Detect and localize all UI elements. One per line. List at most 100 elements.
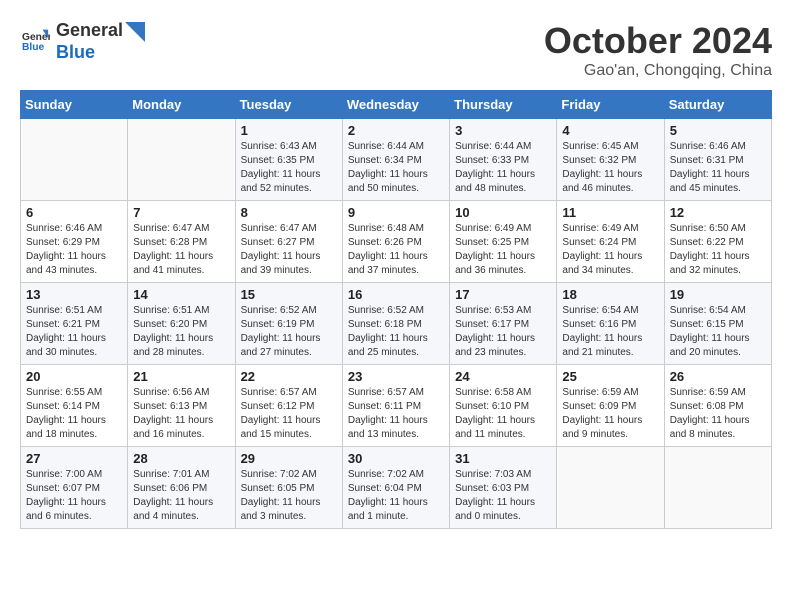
- calendar-cell: 22 Sunrise: 6:57 AM Sunset: 6:12 PM Dayli…: [235, 365, 342, 447]
- calendar-cell: 31Sunrise: 7:03 AM Sunset: 6:03 PM Dayli…: [450, 447, 557, 529]
- calendar-cell: 27Sunrise: 7:00 AM Sunset: 6:07 PM Dayli…: [21, 447, 128, 529]
- calendar-cell: 16 Sunrise: 6:52 AM Sunset: 6:18 PM Dayli…: [342, 283, 449, 365]
- header-friday: Friday: [557, 91, 664, 119]
- day-number: 2: [348, 123, 444, 138]
- day-content: Sunrise: 6:51 AM Sunset: 6:21 PM Dayligh…: [26, 304, 122, 360]
- day-number: 1: [241, 123, 337, 138]
- calendar-cell: 17 Sunrise: 6:53 AM Sunset: 6:17 PM Dayli…: [450, 283, 557, 365]
- calendar-cell: 13 Sunrise: 6:51 AM Sunset: 6:21 PM Dayli…: [21, 283, 128, 365]
- header-sunday: Sunday: [21, 91, 128, 119]
- header-wednesday: Wednesday: [342, 91, 449, 119]
- day-content: Sunrise: 7:02 AM Sunset: 6:04 PM Dayligh…: [348, 468, 444, 524]
- title-block: October 2024 Gao'an, Chongqing, China: [544, 20, 772, 80]
- calendar-cell: 9 Sunrise: 6:48 AM Sunset: 6:26 PM Daylig…: [342, 201, 449, 283]
- calendar-cell: 19 Sunrise: 6:54 AM Sunset: 6:15 PM Dayli…: [664, 283, 771, 365]
- day-number: 26: [670, 369, 766, 384]
- day-content: Sunrise: 6:58 AM Sunset: 6:10 PM Dayligh…: [455, 386, 551, 442]
- day-content: Sunrise: 6:55 AM Sunset: 6:14 PM Dayligh…: [26, 386, 122, 442]
- day-number: 19: [670, 287, 766, 302]
- calendar-week-row: 20 Sunrise: 6:55 AM Sunset: 6:14 PM Dayli…: [21, 365, 772, 447]
- day-number: 9: [348, 205, 444, 220]
- day-number: 18: [562, 287, 658, 302]
- calendar-cell: 7 Sunrise: 6:47 AM Sunset: 6:28 PM Daylig…: [128, 201, 235, 283]
- day-content: Sunrise: 6:48 AM Sunset: 6:26 PM Dayligh…: [348, 222, 444, 278]
- day-number: 22: [241, 369, 337, 384]
- logo: General Blue General Blue: [20, 20, 145, 63]
- calendar-cell: [557, 447, 664, 529]
- day-content: Sunrise: 6:49 AM Sunset: 6:25 PM Dayligh…: [455, 222, 551, 278]
- calendar-cell: 1Sunrise: 6:43 AM Sunset: 6:35 PM Daylig…: [235, 119, 342, 201]
- day-number: 12: [670, 205, 766, 220]
- calendar-cell: 29Sunrise: 7:02 AM Sunset: 6:05 PM Dayli…: [235, 447, 342, 529]
- day-number: 3: [455, 123, 551, 138]
- calendar-cell: 26Sunrise: 6:59 AM Sunset: 6:08 PM Dayli…: [664, 365, 771, 447]
- calendar-table: Sunday Monday Tuesday Wednesday Thursday…: [20, 90, 772, 529]
- day-content: Sunrise: 6:47 AM Sunset: 6:28 PM Dayligh…: [133, 222, 229, 278]
- day-content: Sunrise: 6:57 AM Sunset: 6:12 PM Dayligh…: [241, 386, 337, 442]
- day-content: Sunrise: 6:54 AM Sunset: 6:15 PM Dayligh…: [670, 304, 766, 360]
- calendar-cell: [128, 119, 235, 201]
- calendar-cell: 24 Sunrise: 6:58 AM Sunset: 6:10 PM Dayli…: [450, 365, 557, 447]
- calendar-cell: 12 Sunrise: 6:50 AM Sunset: 6:22 PM Dayli…: [664, 201, 771, 283]
- calendar-cell: 10 Sunrise: 6:49 AM Sunset: 6:25 PM Dayli…: [450, 201, 557, 283]
- calendar-cell: 8Sunrise: 6:47 AM Sunset: 6:27 PM Daylig…: [235, 201, 342, 283]
- calendar-cell: 18 Sunrise: 6:54 AM Sunset: 6:16 PM Dayli…: [557, 283, 664, 365]
- day-number: 10: [455, 205, 551, 220]
- day-number: 11: [562, 205, 658, 220]
- calendar-cell: [21, 119, 128, 201]
- calendar-cell: [664, 447, 771, 529]
- day-content: Sunrise: 6:46 AM Sunset: 6:31 PM Dayligh…: [670, 140, 766, 196]
- calendar-cell: 11Sunrise: 6:49 AM Sunset: 6:24 PM Dayli…: [557, 201, 664, 283]
- day-content: Sunrise: 6:52 AM Sunset: 6:18 PM Dayligh…: [348, 304, 444, 360]
- calendar-cell: 20 Sunrise: 6:55 AM Sunset: 6:14 PM Dayli…: [21, 365, 128, 447]
- day-content: Sunrise: 7:01 AM Sunset: 6:06 PM Dayligh…: [133, 468, 229, 524]
- header-monday: Monday: [128, 91, 235, 119]
- day-number: 29: [241, 451, 337, 466]
- day-number: 20: [26, 369, 122, 384]
- calendar-week-row: 1Sunrise: 6:43 AM Sunset: 6:35 PM Daylig…: [21, 119, 772, 201]
- day-number: 30: [348, 451, 444, 466]
- day-number: 5: [670, 123, 766, 138]
- day-number: 15: [241, 287, 337, 302]
- calendar-cell: 4Sunrise: 6:45 AM Sunset: 6:32 PM Daylig…: [557, 119, 664, 201]
- day-content: Sunrise: 6:46 AM Sunset: 6:29 PM Dayligh…: [26, 222, 122, 278]
- calendar-cell: 25Sunrise: 6:59 AM Sunset: 6:09 PM Dayli…: [557, 365, 664, 447]
- day-number: 6: [26, 205, 122, 220]
- day-number: 23: [348, 369, 444, 384]
- day-content: Sunrise: 6:44 AM Sunset: 6:33 PM Dayligh…: [455, 140, 551, 196]
- day-content: Sunrise: 6:50 AM Sunset: 6:22 PM Dayligh…: [670, 222, 766, 278]
- calendar-cell: 5 Sunrise: 6:46 AM Sunset: 6:31 PM Daylig…: [664, 119, 771, 201]
- calendar-cell: 30 Sunrise: 7:02 AM Sunset: 6:04 PM Dayli…: [342, 447, 449, 529]
- header-saturday: Saturday: [664, 91, 771, 119]
- calendar-cell: 15 Sunrise: 6:52 AM Sunset: 6:19 PM Dayli…: [235, 283, 342, 365]
- calendar-cell: 2Sunrise: 6:44 AM Sunset: 6:34 PM Daylig…: [342, 119, 449, 201]
- day-content: Sunrise: 6:54 AM Sunset: 6:16 PM Dayligh…: [562, 304, 658, 360]
- day-content: Sunrise: 7:03 AM Sunset: 6:03 PM Dayligh…: [455, 468, 551, 524]
- day-content: Sunrise: 6:53 AM Sunset: 6:17 PM Dayligh…: [455, 304, 551, 360]
- calendar-cell: 23Sunrise: 6:57 AM Sunset: 6:11 PM Dayli…: [342, 365, 449, 447]
- calendar-cell: 21Sunrise: 6:56 AM Sunset: 6:13 PM Dayli…: [128, 365, 235, 447]
- day-content: Sunrise: 6:52 AM Sunset: 6:19 PM Dayligh…: [241, 304, 337, 360]
- day-number: 17: [455, 287, 551, 302]
- day-number: 8: [241, 205, 337, 220]
- calendar-header-row: Sunday Monday Tuesday Wednesday Thursday…: [21, 91, 772, 119]
- day-number: 7: [133, 205, 229, 220]
- calendar-cell: 3 Sunrise: 6:44 AM Sunset: 6:33 PM Daylig…: [450, 119, 557, 201]
- day-number: 27: [26, 451, 122, 466]
- day-number: 24: [455, 369, 551, 384]
- logo-blue: Blue: [56, 42, 123, 64]
- calendar-cell: 14Sunrise: 6:51 AM Sunset: 6:20 PM Dayli…: [128, 283, 235, 365]
- day-content: Sunrise: 6:51 AM Sunset: 6:20 PM Dayligh…: [133, 304, 229, 360]
- page-header: General Blue General Blue October 2024 G…: [20, 20, 772, 80]
- location-subtitle: Gao'an, Chongqing, China: [544, 62, 772, 80]
- day-content: Sunrise: 6:45 AM Sunset: 6:32 PM Dayligh…: [562, 140, 658, 196]
- calendar-cell: 6 Sunrise: 6:46 AM Sunset: 6:29 PM Daylig…: [21, 201, 128, 283]
- header-tuesday: Tuesday: [235, 91, 342, 119]
- calendar-cell: 28Sunrise: 7:01 AM Sunset: 6:06 PM Dayli…: [128, 447, 235, 529]
- day-number: 16: [348, 287, 444, 302]
- calendar-week-row: 6 Sunrise: 6:46 AM Sunset: 6:29 PM Daylig…: [21, 201, 772, 283]
- logo-chevron-icon: [125, 22, 145, 52]
- day-number: 25: [562, 369, 658, 384]
- calendar-week-row: 27Sunrise: 7:00 AM Sunset: 6:07 PM Dayli…: [21, 447, 772, 529]
- day-number: 13: [26, 287, 122, 302]
